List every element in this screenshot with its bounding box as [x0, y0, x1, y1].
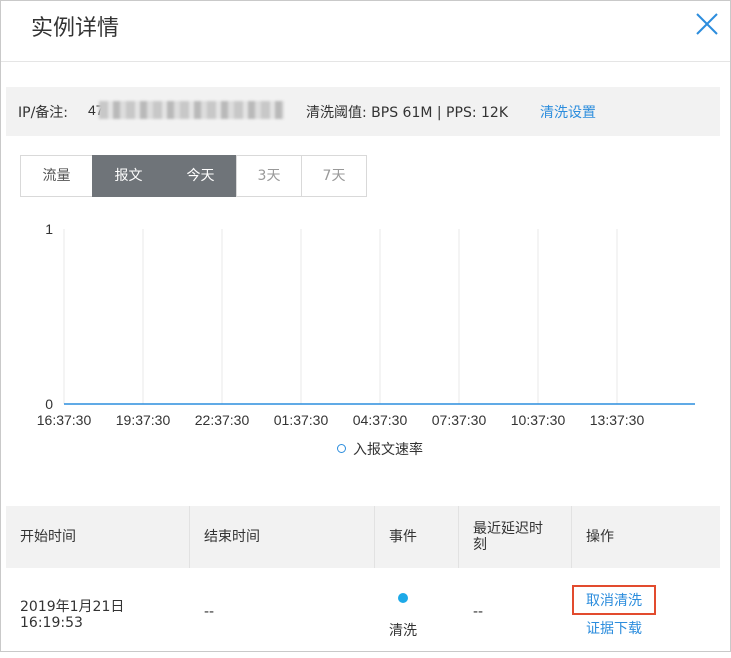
download-evidence-link[interactable]: 证据下载 — [586, 618, 642, 638]
threshold-text: 清洗阈值: BPS 61M | PPS: 12K — [306, 105, 508, 121]
tab-packets[interactable]: 报文 — [92, 155, 165, 197]
y-tick-label: 0 — [45, 396, 53, 412]
table-row: 2019年1月21日 16:19:53 -- 清洗 -- 取消清洗 证据下载 — [6, 568, 720, 658]
cell-start: 2019年1月21日 16:19:53 — [20, 568, 190, 658]
legend-dot-icon — [337, 444, 346, 453]
col-actions: 操作 — [586, 529, 614, 545]
redacted-ip — [99, 101, 284, 119]
x-tick-label: 22:37:30 — [195, 412, 250, 428]
x-tick-label: 10:37:30 — [511, 412, 566, 428]
end-time: -- — [204, 604, 215, 620]
x-tick-label: 01:37:30 — [274, 412, 329, 428]
cell-end: -- — [204, 568, 374, 658]
tab-traffic[interactable]: 流量 — [20, 155, 93, 197]
close-icon[interactable] — [695, 12, 719, 36]
event-label: 清洗 — [389, 623, 417, 639]
tab-today[interactable]: 今天 — [164, 155, 237, 197]
tab-3days[interactable]: 3天 — [236, 155, 302, 197]
start-date: 2019年1月21日 — [20, 599, 125, 615]
cleaning-settings-link[interactable]: 清洗设置 — [540, 102, 596, 122]
start-time: 16:19:53 — [20, 615, 83, 631]
x-tick-label: 07:37:30 — [432, 412, 487, 428]
cell-actions: 取消清洗 证据下载 — [572, 568, 720, 658]
col-end-time: 结束时间 — [190, 506, 375, 568]
col-start-time: 开始时间 — [6, 506, 190, 568]
cell-event: 清洗 — [375, 568, 459, 658]
cell-delay: -- — [473, 568, 572, 658]
chart-tabs: 流量 报文 今天 3天 7天 — [20, 155, 367, 197]
dialog-title: 实例详情 — [31, 16, 120, 41]
event-status-dot-icon — [398, 593, 408, 603]
ip-label: IP/备注: — [18, 105, 69, 121]
chart-legend: 入报文速率 — [337, 439, 423, 459]
instance-info-bar: IP/备注: 47 清洗阈值: BPS 61M | PPS: 12K 清洗设置 — [6, 87, 720, 136]
col-event: 事件 — [375, 506, 459, 568]
event-table: 开始时间 结束时间 事件 最近延迟时刻 操作 2019年1月21日 16:19:… — [6, 506, 720, 658]
delay-value: -- — [473, 604, 484, 620]
x-tick-label: 19:37:30 — [116, 412, 171, 428]
cancel-cleaning-button[interactable]: 取消清洗 — [572, 585, 656, 615]
dialog-header: 实例详情 — [1, 1, 730, 62]
legend-label: 入报文速率 — [353, 442, 423, 458]
col-latest-delay: 最近延迟时刻 — [459, 506, 572, 568]
tab-7days[interactable]: 7天 — [301, 155, 367, 197]
x-tick-label: 04:37:30 — [353, 412, 408, 428]
table-header: 开始时间 结束时间 事件 最近延迟时刻 操作 — [6, 506, 720, 568]
x-tick-label: 13:37:30 — [590, 412, 645, 428]
x-tick-label: 16:37:30 — [37, 412, 92, 428]
packet-rate-chart: 0 1 16:37:30 19:37:30 22:37:30 01:37:30 04:37:… — [37, 221, 695, 428]
y-tick-label: 1 — [45, 221, 53, 237]
col-latest-delay-label: 最近延迟时刻 — [473, 521, 543, 553]
